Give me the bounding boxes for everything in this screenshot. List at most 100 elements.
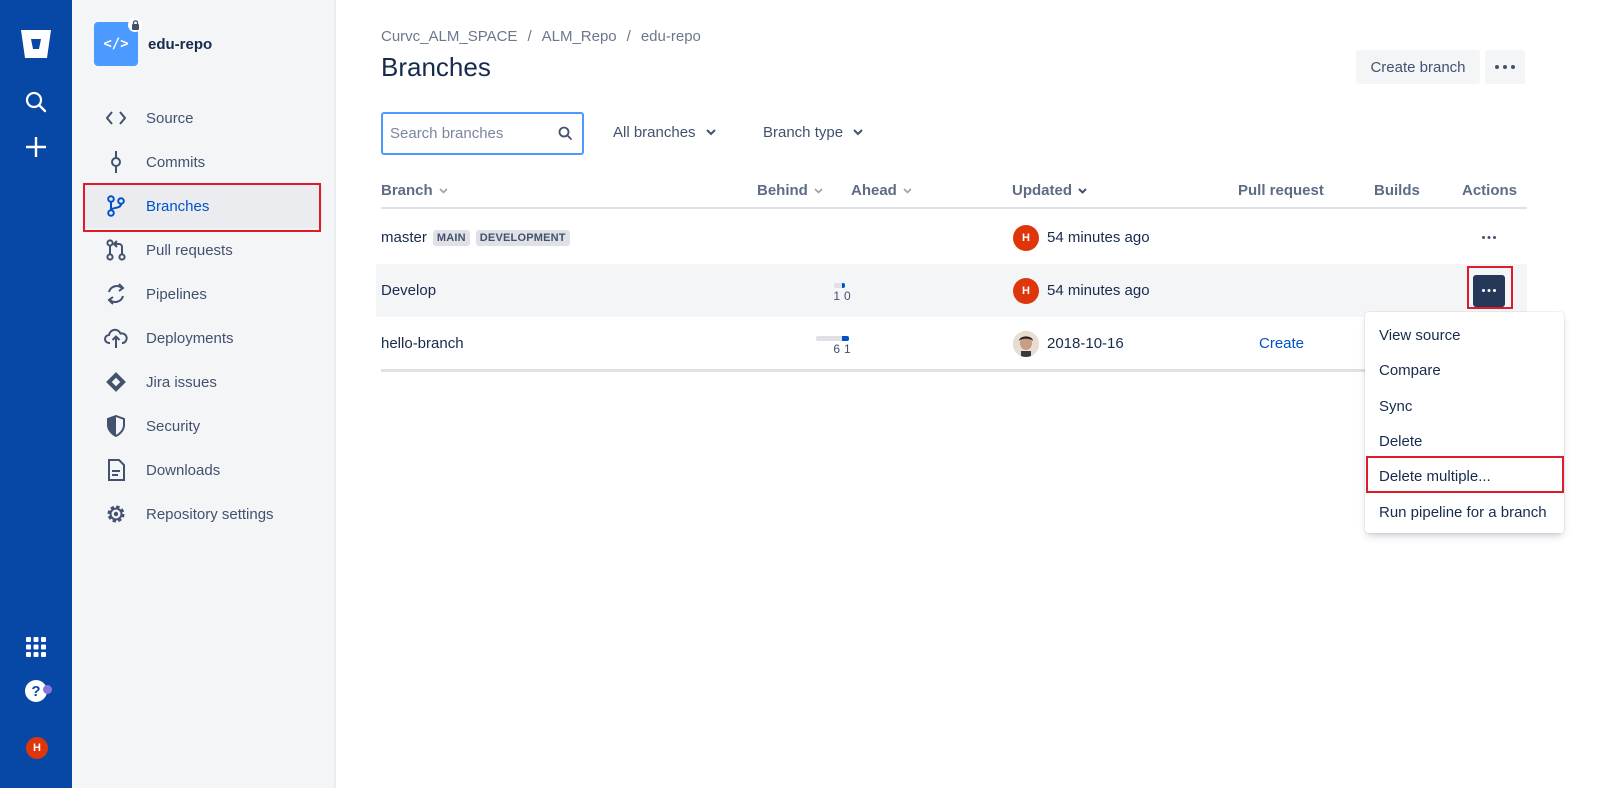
column-header-behind[interactable]: Behind [757,182,823,199]
page-title: Branches [381,52,491,82]
sidebar-item-deployments[interactable]: Deployments [84,316,322,360]
breadcrumb-separator: / [626,28,631,45]
project-sidebar: </> edu-repo Source Commits Branches Pul… [72,0,336,788]
bitbucket-logo-icon[interactable] [18,26,54,62]
sort-chevron-icon [814,187,823,194]
page-more-actions-button[interactable] [1485,50,1525,84]
sidebar-item-pull-requests[interactable]: Pull requests [84,228,322,272]
branch-cell: hello-branch [381,317,464,370]
deployments-icon [104,326,128,350]
behind-count: 6 [833,341,840,356]
menu-item-view-source[interactable]: View source [1365,318,1564,353]
app-switcher-icon[interactable] [18,629,54,665]
column-header-branch[interactable]: Branch [381,182,448,199]
sort-chevron-icon [903,187,912,194]
column-header-pull-request: Pull request [1238,182,1324,199]
updated-time: 54 minutes ago [1047,282,1150,299]
updated-time: 54 minutes ago [1047,229,1150,246]
column-header-label: Branch [381,182,433,199]
sort-chevron-icon [1078,187,1087,194]
sidebar-item-commits[interactable]: Commits [84,140,322,184]
branch-type-dropdown[interactable]: Branch type [763,124,863,141]
column-header-builds: Builds [1374,182,1420,199]
svg-text:?: ? [31,683,40,700]
ahead-bar [842,282,845,288]
updated-time: 2018-10-16 [1047,335,1124,352]
author-avatar: H [1013,224,1039,251]
menu-item-run-pipeline[interactable]: Run pipeline for a branch [1365,494,1564,529]
sidebar-item-label: Repository settings [146,505,274,523]
sidebar-item-downloads[interactable]: Downloads [84,448,322,492]
all-branches-dropdown[interactable]: All branches [613,124,716,141]
column-header-actions: Actions [1462,182,1517,199]
repo-name: edu-repo [148,35,213,53]
sort-chevron-icon [439,187,448,194]
sidebar-item-label: Downloads [146,461,221,479]
shield-icon [104,414,128,438]
search-input[interactable] [390,125,550,142]
branch-actions-menu: View source Compare Sync Delete Delete m… [1365,312,1564,533]
search-icon [558,126,572,144]
all-branches-label: All branches [613,124,696,141]
ahead-behind-cell: 1 0 [822,264,862,317]
column-header-ahead[interactable]: Ahead [851,182,912,199]
lock-icon [128,18,142,32]
downloads-icon [104,458,128,482]
sidebar-item-jira-issues[interactable]: Jira issues [84,360,322,404]
menu-item-delete[interactable]: Delete [1365,424,1564,459]
badge-main: MAIN [432,229,470,246]
table-row: hello-branch 6 1 2018-10-16 Create [376,317,1527,370]
sidebar-item-security[interactable]: Security [84,404,322,448]
create-plus-icon[interactable] [18,129,54,165]
create-pull-request-link[interactable]: Create [1259,317,1304,370]
behind-count: 1 [833,288,840,303]
author-avatar: H [1013,277,1039,304]
delete-multiple-highlight-box [1366,456,1564,493]
table-row: master MAIN DEVELOPMENT H 54 minutes ago [376,211,1527,264]
breadcrumb-item-repo[interactable]: edu-repo [641,28,701,45]
sidebar-nav: Source Commits Branches Pull requests Pi… [84,96,322,536]
sidebar-item-source[interactable]: Source [84,96,322,140]
source-code-icon [104,106,128,130]
row-actions-highlight-box [1467,266,1513,309]
create-branch-button[interactable]: Create branch [1356,50,1480,84]
updated-cell: H 54 minutes ago [1013,211,1150,264]
search-field [381,112,584,155]
more-horizontal-icon [1495,65,1515,69]
column-header-label: Builds [1374,182,1420,199]
repo-avatar-code-icon: </> [103,36,129,52]
sidebar-item-label: Security [146,417,201,435]
ahead-behind-counts: 6 1 [822,342,862,356]
author-avatar-photo [1013,330,1039,357]
breadcrumb: Curvc_ALM_SPACE / ALM_Repo / edu-repo [381,28,701,45]
sidebar-item-label: Pipelines [146,285,207,303]
jira-icon [104,370,128,394]
search-icon[interactable] [18,84,54,120]
sidebar-item-label: Pull requests [146,241,233,259]
ahead-count: 0 [844,288,851,303]
sidebar-item-pipelines[interactable]: Pipelines [84,272,322,316]
branch-name-link[interactable]: hello-branch [381,335,464,352]
menu-item-compare[interactable]: Compare [1365,353,1564,388]
user-avatar[interactable]: H [24,735,50,761]
column-header-label: Behind [757,182,808,199]
ahead-count: 1 [844,341,851,356]
repo-header[interactable]: </> edu-repo [94,18,213,66]
column-header-label: Ahead [851,182,897,199]
sidebar-item-label: Deployments [146,329,234,347]
table-row: Develop 1 0 H 54 minutes ago [376,264,1527,317]
branch-name-link[interactable]: master [381,229,427,246]
branches-highlight-box [83,183,321,232]
branch-type-label: Branch type [763,124,844,141]
menu-item-sync[interactable]: Sync [1365,389,1564,424]
breadcrumb-item-space[interactable]: Curvc_ALM_SPACE [381,28,517,45]
row-actions-button[interactable] [1473,222,1505,254]
sidebar-item-repository-settings[interactable]: Repository settings [84,492,322,536]
sidebar-item-label: Jira issues [146,373,217,391]
ahead-behind-indicator: 1 0 [822,278,862,304]
ahead-behind-cell: 6 1 [816,317,862,370]
breadcrumb-item-project[interactable]: ALM_Repo [542,28,617,45]
actions-cell [1473,211,1505,264]
column-header-updated[interactable]: Updated [1012,182,1087,199]
branch-name-link[interactable]: Develop [381,282,436,299]
